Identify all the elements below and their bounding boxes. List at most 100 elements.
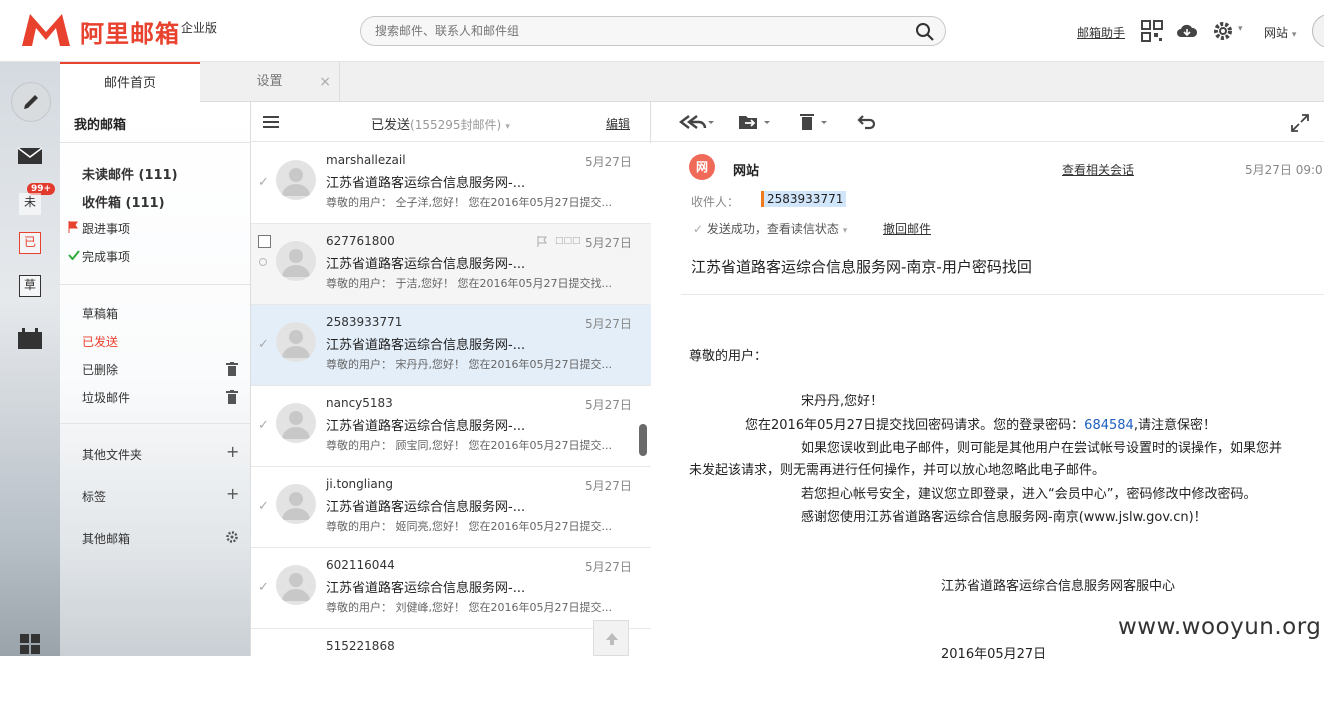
- mail-subject-title: 江苏省道路客运综合信息服务网-南京-用户密码找回: [691, 258, 1032, 276]
- sent-nav[interactable]: 已: [19, 232, 41, 254]
- calendar-icon[interactable]: [17, 328, 43, 350]
- trash-icon[interactable]: [226, 390, 238, 404]
- body-line: 宋丹丹,您好！: [801, 394, 884, 409]
- close-icon[interactable]: ×: [319, 62, 331, 102]
- mail-helper-link[interactable]: 邮箱助手: [1077, 24, 1125, 41]
- brand-name: 阿里邮箱: [80, 20, 180, 48]
- mail-subject: 江苏省道路客运综合信息服务网-...: [326, 581, 526, 596]
- gear-icon[interactable]: [226, 531, 238, 543]
- send-status[interactable]: ✓ 发送成功，查看读信状态 ▾: [693, 220, 847, 237]
- chevron-down-icon[interactable]: ▾: [1238, 24, 1243, 34]
- list-item-selected[interactable]: ✓ 2583933771 5月27日 江苏省道路客运综合信息服务网-... 尊敬…: [251, 305, 651, 386]
- search-input[interactable]: [375, 22, 895, 40]
- scroll-top-button[interactable]: [593, 620, 629, 656]
- delete-trash-icon[interactable]: [797, 112, 833, 132]
- add-folder-plus-icon[interactable]: +: [226, 442, 239, 461]
- mail-subject: 江苏省道路客运综合信息服务网-...: [326, 500, 526, 515]
- check-icon[interactable]: ✓: [258, 580, 270, 595]
- list-title[interactable]: 已发送(155295封邮件) ▾: [371, 114, 510, 133]
- mail-subject: 江苏省道路客运综合信息服务网-...: [326, 257, 526, 272]
- folder-junk[interactable]: 垃圾邮件: [82, 389, 130, 406]
- list-item[interactable]: ✓ marshallezail 5月27日 江苏省道路客运综合信息服务网-...…: [251, 143, 651, 224]
- sender-name[interactable]: 网站: [733, 160, 759, 179]
- add-tag-plus-icon[interactable]: +: [226, 484, 239, 503]
- search-icon[interactable]: [915, 22, 935, 42]
- other-mailboxes[interactable]: 其他邮箱: [82, 530, 130, 547]
- list-scrollbar[interactable]: [639, 424, 647, 456]
- compose-button[interactable]: [11, 82, 51, 122]
- flag-icon[interactable]: [537, 236, 547, 247]
- site-menu[interactable]: 网站 ▾: [1264, 24, 1296, 41]
- fullscreen-expand-icon[interactable]: [1291, 114, 1309, 132]
- qrcode-icon[interactable]: [1141, 20, 1163, 42]
- check-icon[interactable]: ✓: [258, 337, 270, 352]
- check-icon[interactable]: ✓: [258, 499, 270, 514]
- list-item[interactable]: ✓ ji.tongliang 5月27日 江苏省道路客运综合信息服务网-... …: [251, 467, 651, 548]
- list-item[interactable]: 627761800 □□□ 5月27日 江苏省道路客运综合信息服务网-... 尊…: [251, 224, 651, 305]
- tab-bar: 邮件首页 设置 ×: [60, 62, 1324, 102]
- mail-preview: 尊敬的用户： 仝子洋,您好！ 您在2016年05月27日提交...: [326, 196, 612, 209]
- arrow-up-icon: [606, 633, 618, 645]
- select-checkbox[interactable]: [258, 235, 271, 248]
- mail-subject: 江苏省道路客运综合信息服务网-...: [326, 176, 526, 191]
- folder-panel: 我的邮箱 未读邮件 (111) 收件箱 (111) 跟进事项 完成事项 草稿箱 …: [60, 102, 251, 656]
- person-icon: [282, 330, 310, 358]
- check-icon[interactable]: ✓: [258, 418, 270, 433]
- avatar: [276, 484, 316, 524]
- more-dots-icon[interactable]: □□□: [555, 236, 581, 246]
- undo-icon[interactable]: [857, 112, 877, 132]
- mail-preview: 尊敬的用户： 宋丹丹,您好！ 您在2016年05月27日提交...: [326, 358, 612, 371]
- recipient-label: 收件人：: [691, 195, 740, 209]
- person-icon: [282, 168, 310, 196]
- mail-envelope-icon[interactable]: [17, 146, 43, 166]
- draft-nav[interactable]: 草: [19, 275, 41, 297]
- trash-icon[interactable]: [226, 362, 238, 376]
- mail-preview: 尊敬的用户： 刘健峰,您好！ 您在2016年05月27日提交...: [326, 601, 612, 614]
- settings-gear-icon[interactable]: [1212, 20, 1234, 42]
- list-item[interactable]: ✓ 602116044 5月27日 江苏省道路客运综合信息服务网-... 尊敬的…: [251, 548, 651, 629]
- chevron-down-icon: ▾: [505, 122, 510, 132]
- folder-unread[interactable]: 未读邮件 (111): [82, 164, 178, 183]
- avatar: [276, 322, 316, 362]
- apps-grid-icon[interactable]: [20, 634, 40, 654]
- menu-icon[interactable]: [263, 114, 279, 130]
- tags[interactable]: 标签: [82, 488, 106, 505]
- folder-done[interactable]: 完成事项: [82, 248, 130, 265]
- user-avatar[interactable]: [1312, 14, 1324, 48]
- mail-subject: 江苏省道路客运综合信息服务网-...: [326, 419, 526, 434]
- recipient[interactable]: 2583933771: [761, 191, 847, 207]
- body-text: ,请注意保密！: [1133, 418, 1216, 433]
- folder-inbox[interactable]: 收件箱 (111): [82, 192, 165, 211]
- site-label: 网站: [1264, 26, 1289, 40]
- mail-sender: ji.tongliang: [326, 477, 393, 491]
- mail-sender: 627761800: [326, 234, 395, 248]
- unread-dot[interactable]: [259, 258, 267, 266]
- check-icon: [68, 250, 80, 260]
- edit-button[interactable]: 编辑: [606, 115, 630, 132]
- related-conversation-link[interactable]: 查看相关会话: [1062, 161, 1134, 178]
- tab-settings[interactable]: 设置 ×: [200, 62, 340, 102]
- folder-deleted[interactable]: 已删除: [82, 361, 118, 378]
- move-to-folder-icon[interactable]: [737, 112, 773, 132]
- signature: 江苏省道路客运综合信息服务网客服中心: [941, 579, 1176, 594]
- mail-date: 5月27日: [585, 236, 632, 250]
- cloud-icon[interactable]: [1176, 20, 1198, 42]
- watermark: www.wooyun.org: [1118, 614, 1322, 640]
- list-item[interactable]: 515221868: [251, 629, 651, 710]
- reply-all-icon[interactable]: [679, 112, 715, 132]
- search-box[interactable]: [360, 16, 946, 46]
- tab-mail-home[interactable]: 邮件首页: [60, 62, 200, 102]
- recall-mail-link[interactable]: 撤回邮件: [883, 220, 931, 237]
- folder-sent[interactable]: 已发送: [82, 333, 118, 350]
- mail-subject: 江苏省道路客运综合信息服务网-...: [326, 338, 526, 353]
- mail-sender: marshallezail: [326, 153, 406, 167]
- folder-drafts[interactable]: 草稿箱: [82, 305, 118, 322]
- password-code: 684584: [1084, 418, 1134, 433]
- send-status-text: 发送成功，查看读信状态: [706, 222, 839, 236]
- unread-nav[interactable]: 未: [19, 193, 41, 215]
- check-icon[interactable]: ✓: [258, 175, 270, 190]
- body-line: 如果您误收到此电子邮件，则可能是其他用户在尝试帐号设置时的误操作，如果您并: [801, 441, 1283, 456]
- folder-followup[interactable]: 跟进事项: [82, 220, 130, 237]
- list-item[interactable]: ✓ nancy5183 5月27日 江苏省道路客运综合信息服务网-... 尊敬的…: [251, 386, 651, 467]
- folder-other[interactable]: 其他文件夹: [82, 446, 142, 463]
